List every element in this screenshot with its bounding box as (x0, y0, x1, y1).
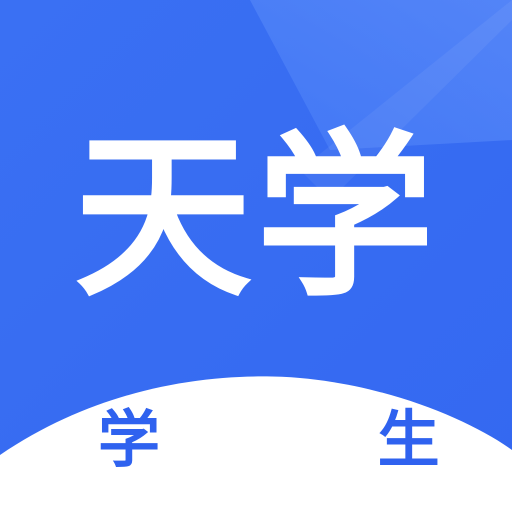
app-icon[interactable]: 天学 学 生 (0, 0, 512, 512)
app-subtitle: 学 生 (98, 403, 512, 476)
app-title: 天学 (74, 114, 438, 321)
